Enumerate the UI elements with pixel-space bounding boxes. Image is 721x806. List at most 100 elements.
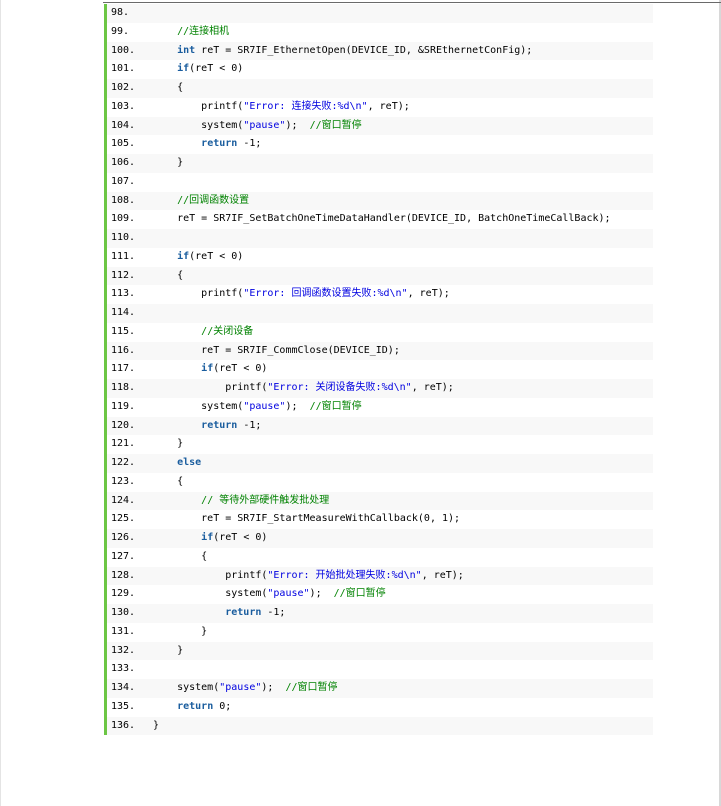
line-number: 107. bbox=[111, 175, 136, 187]
code-string: "pause" bbox=[243, 400, 286, 412]
code-string: "pause" bbox=[243, 119, 286, 131]
code-text: //连接相机 bbox=[153, 26, 229, 37]
code-text: reT = SR7IF_CommClose(DEVICE_ID); bbox=[153, 345, 400, 356]
code-line: 124. // 等待外部硬件触发批处理 bbox=[107, 491, 653, 511]
code-comment: //窗口暂停 bbox=[285, 682, 338, 693]
line-number: 104. bbox=[111, 119, 136, 131]
code-string: "pause" bbox=[267, 588, 310, 600]
line-number: 132. bbox=[111, 644, 136, 656]
code-comment: //关闭设备 bbox=[201, 325, 254, 337]
line-number: 126. bbox=[111, 532, 136, 543]
code-line: 132. } bbox=[107, 641, 653, 661]
code-token: { bbox=[153, 269, 184, 281]
code-keyword: if bbox=[177, 63, 190, 75]
line-number: 127. bbox=[111, 550, 136, 562]
code-token: ); bbox=[261, 682, 286, 693]
code-line: 120. return -1; bbox=[107, 416, 653, 436]
line-number: 105. bbox=[111, 138, 136, 150]
line-number: 113. bbox=[111, 288, 136, 300]
code-string: "Error: 连接失败:%d\n" bbox=[243, 100, 368, 112]
line-number: 120. bbox=[111, 419, 136, 431]
code-line: 117. if(reT < 0) bbox=[107, 360, 653, 379]
code-token: } bbox=[153, 438, 184, 450]
code-line: 121. } bbox=[107, 435, 653, 454]
code-token: system( bbox=[153, 400, 244, 412]
code-text: { bbox=[153, 82, 183, 93]
code-string: "pause" bbox=[219, 682, 262, 693]
code-line: 104. system("pause"); //窗口暂停 bbox=[107, 116, 653, 136]
code-line: 133. bbox=[107, 660, 653, 679]
code-line: 110. bbox=[107, 229, 653, 248]
line-number: 122. bbox=[111, 457, 136, 468]
code-token: printf( bbox=[153, 569, 268, 581]
code-line: 125. reT = SR7IF_StartMeasureWithCallbac… bbox=[107, 510, 653, 529]
code-token: (reT < 0) bbox=[189, 63, 244, 75]
code-text: printf("Error: 回调函数设置失败:%d\n", reT); bbox=[153, 288, 450, 299]
code-text: { bbox=[153, 270, 183, 281]
code-text: return -1; bbox=[153, 420, 261, 431]
code-text: system("pause"); //窗口暂停 bbox=[153, 119, 361, 131]
code-text: system("pause"); //窗口暂停 bbox=[153, 682, 338, 693]
line-number: 134. bbox=[111, 682, 136, 693]
code-keyword: return bbox=[201, 419, 238, 431]
line-number: 101. bbox=[111, 63, 136, 75]
code-token: { bbox=[153, 475, 184, 487]
line-number: 109. bbox=[111, 213, 136, 225]
code-keyword: if bbox=[201, 363, 214, 375]
code-token: system( bbox=[153, 119, 244, 131]
code-text: reT = SR7IF_StartMeasureWithCallback(0, … bbox=[153, 513, 460, 524]
code-text: } bbox=[153, 720, 159, 731]
line-number: 128. bbox=[111, 569, 136, 581]
code-text: } bbox=[153, 157, 183, 168]
code-text: printf("Error: 开始批处理失败:%d\n", reT); bbox=[153, 570, 464, 581]
code-text: // 等待外部硬件触发批处理 bbox=[153, 495, 329, 506]
line-number: 110. bbox=[111, 232, 136, 243]
code-token: (reT < 0) bbox=[213, 363, 268, 375]
code-line: 122. else bbox=[107, 454, 653, 473]
code-token: ); bbox=[285, 400, 310, 412]
code-token: } bbox=[153, 625, 208, 637]
code-token: ); bbox=[309, 588, 334, 600]
code-token: } bbox=[153, 644, 184, 656]
code-text: } bbox=[153, 438, 183, 449]
code-token: reT = SR7IF_SetBatchOneTimeDataHandler(D… bbox=[153, 213, 611, 225]
code-token: ); bbox=[285, 119, 310, 131]
code-keyword: else bbox=[177, 457, 202, 468]
code-line: 103. printf("Error: 连接失败:%d\n", reT); bbox=[107, 97, 653, 117]
code-token: reT = SR7IF_CommClose(DEVICE_ID); bbox=[153, 344, 400, 356]
code-line: 106. } bbox=[107, 154, 653, 173]
code-token: printf( bbox=[153, 288, 244, 300]
code-token: reT = SR7IF_StartMeasureWithCallback(0, … bbox=[153, 513, 461, 525]
line-number: 136. bbox=[111, 719, 136, 731]
code-text: if(reT < 0) bbox=[153, 532, 267, 543]
code-token: } bbox=[153, 157, 184, 168]
code-text: printf("Error: 连接失败:%d\n", reT); bbox=[153, 101, 410, 112]
code-token: { bbox=[153, 550, 208, 562]
header-rule bbox=[103, 2, 721, 3]
code-text: { bbox=[153, 551, 207, 562]
code-token: , reT); bbox=[421, 569, 464, 581]
code-token: -1; bbox=[261, 607, 286, 618]
code-line: 135. return 0; bbox=[107, 697, 653, 717]
code-line: 119. system("pause"); //窗口暂停 bbox=[107, 397, 653, 417]
code-comment: //窗口暂停 bbox=[333, 588, 386, 600]
code-text: //回调函数设置 bbox=[153, 195, 249, 206]
line-number: 100. bbox=[111, 44, 136, 56]
line-number: 119. bbox=[111, 400, 136, 412]
line-number: 99. bbox=[111, 25, 130, 37]
page-left-edge bbox=[0, 0, 1, 806]
code-text: int reT = SR7IF_EthernetOpen(DEVICE_ID, … bbox=[153, 45, 532, 56]
code-text: else bbox=[153, 457, 201, 468]
code-line: 136.} bbox=[107, 716, 653, 736]
line-number: 123. bbox=[111, 475, 136, 487]
line-number: 118. bbox=[111, 382, 136, 393]
code-line: 107. bbox=[107, 172, 653, 192]
code-line: 111. if(reT < 0) bbox=[107, 247, 653, 267]
code-line: 129. system("pause"); //窗口暂停 bbox=[107, 585, 653, 604]
